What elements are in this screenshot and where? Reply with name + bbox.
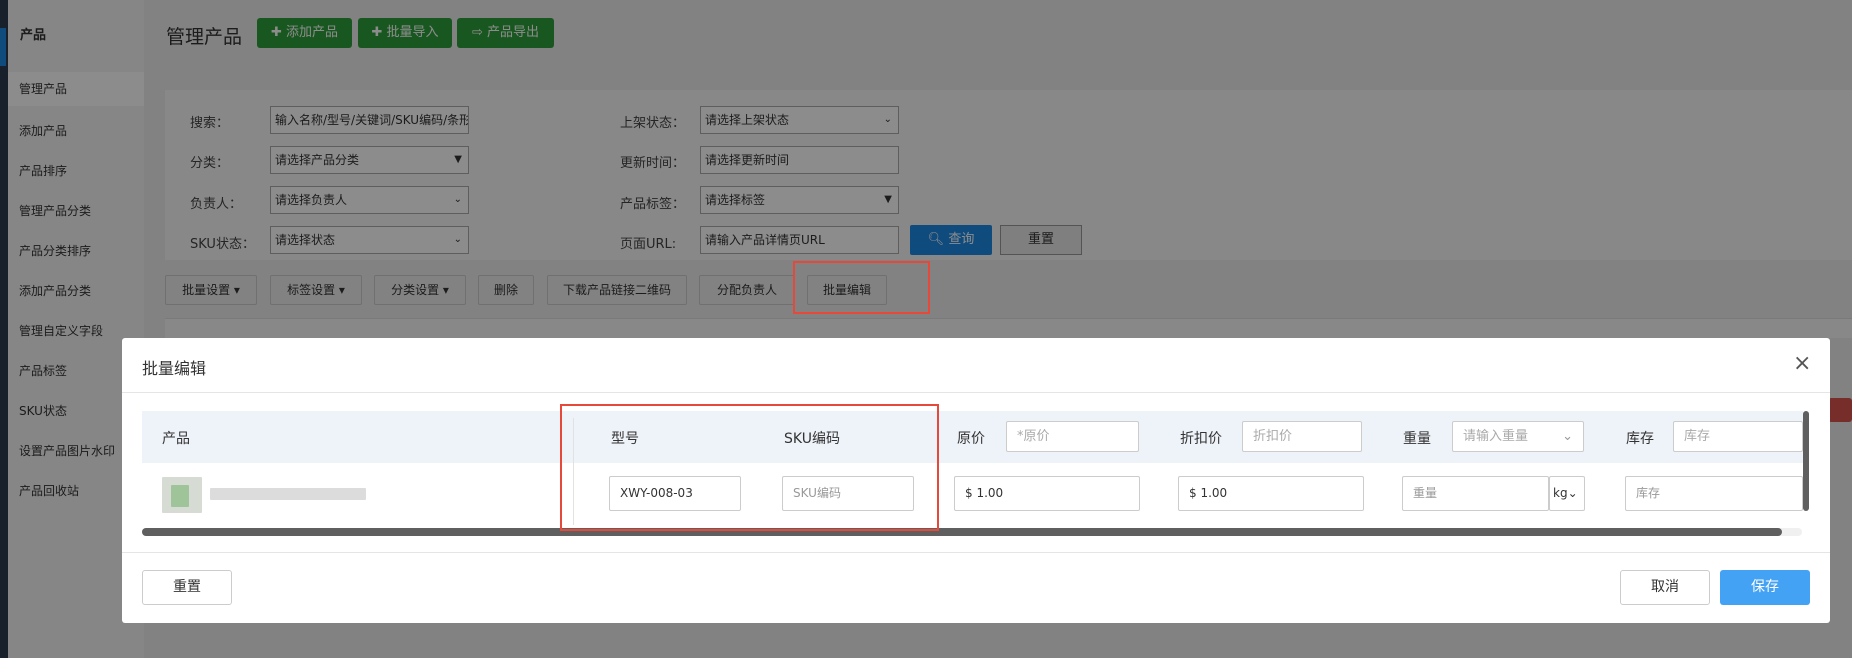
- owner-label: 负责人：: [190, 197, 243, 212]
- cancel-button[interactable]: 取消: [1620, 570, 1710, 605]
- url-label: 页面URL:: [620, 237, 677, 252]
- weight-input[interactable]: 重量: [1402, 476, 1549, 511]
- sku-status-select[interactable]: 请选择状态 ⌄: [270, 226, 469, 254]
- sidebar-item-add-product[interactable]: 添加产品: [19, 122, 67, 139]
- download-qr-button[interactable]: 下载产品链接二维码: [547, 275, 687, 305]
- caret-down-icon: ▼: [454, 154, 462, 165]
- close-icon[interactable]: ×: [1793, 352, 1811, 376]
- column-weight: 重量: [1403, 431, 1431, 447]
- table-header-strip: [165, 318, 1852, 338]
- sidebar-title: 产品: [20, 28, 47, 43]
- sidebar-item-custom-fields[interactable]: 管理自定义字段: [19, 322, 103, 339]
- shelf-status-label: 上架状态：: [620, 116, 686, 131]
- modal-title: 批量编辑: [142, 359, 207, 378]
- sidebar-item-add-category[interactable]: 添加产品分类: [19, 282, 91, 299]
- export-icon: ⇨: [471, 25, 487, 40]
- currency-symbol: $: [965, 486, 973, 500]
- batch-price-input[interactable]: *原价: [1006, 421, 1139, 452]
- caret-down-icon: ▾: [442, 283, 449, 297]
- assign-owner-button[interactable]: 分配负责人: [699, 275, 795, 305]
- batch-stock-input[interactable]: 库存: [1673, 421, 1803, 452]
- modal-reset-button[interactable]: 重置: [142, 570, 232, 605]
- url-input[interactable]: 请输入产品详情页URL: [700, 226, 899, 254]
- caret-down-icon: ▾: [338, 283, 345, 297]
- batch-settings-dropdown[interactable]: 批量设置 ▾: [165, 275, 257, 305]
- shelf-status-select[interactable]: 请选择上架状态 ⌄: [700, 106, 899, 134]
- column-discount: 折扣价: [1180, 431, 1222, 447]
- nav-active-indicator: [0, 28, 6, 66]
- chevron-down-icon: ⌄: [453, 234, 462, 245]
- chevron-down-icon: ⌄: [453, 194, 462, 205]
- delete-button[interactable]: 删除: [478, 275, 534, 305]
- tag-label: 产品标签：: [620, 197, 686, 212]
- search-icon: 🔍︎: [927, 232, 949, 247]
- sidebar-item-category-sort[interactable]: 产品分类排序: [19, 242, 91, 259]
- add-product-button[interactable]: ✚ 添加产品: [257, 18, 352, 48]
- sidebar-item-product-sort[interactable]: 产品排序: [19, 162, 67, 179]
- sidebar-item-manage-products[interactable]: 管理产品: [8, 72, 144, 106]
- discount-input[interactable]: $ 1.00: [1178, 476, 1364, 511]
- batch-discount-input[interactable]: 折扣价: [1242, 421, 1362, 452]
- modal-footer-divider: [122, 552, 1830, 553]
- keyword-input[interactable]: 输入名称/型号/关键词/SKU编码/条形: [270, 106, 469, 134]
- product-thumbnail-mark: [171, 485, 189, 507]
- sidebar-item-manage-categories[interactable]: 管理产品分类: [19, 202, 91, 219]
- batch-import-button[interactable]: ✚ 批量导入: [358, 18, 452, 48]
- chevron-down-icon: ⌄: [883, 114, 892, 125]
- batch-weight-select[interactable]: 请输入重量 ⌄: [1452, 421, 1584, 452]
- plus-icon: ✚: [270, 25, 286, 40]
- chevron-down-icon: ⌄: [1562, 429, 1573, 444]
- page-title: 管理产品: [166, 26, 243, 48]
- modal-divider: [122, 392, 1830, 393]
- query-button[interactable]: 🔍︎ 查询: [910, 225, 992, 255]
- owner-select[interactable]: 请选择负责人 ⌄: [270, 186, 469, 214]
- sidebar-item-product-tags[interactable]: 产品标签: [19, 362, 67, 379]
- plus-icon: ✚: [371, 25, 387, 40]
- updated-time-input[interactable]: 请选择更新时间: [700, 146, 899, 174]
- model-sku-highlight: [560, 404, 939, 531]
- category-label: 分类：: [190, 156, 230, 171]
- caret-down-icon: ▾: [233, 283, 240, 297]
- tag-select[interactable]: 请选择标签 ▼: [700, 186, 899, 214]
- stock-input[interactable]: 库存: [1625, 476, 1803, 511]
- discount-value: 1.00: [1200, 486, 1228, 500]
- vertical-scrollbar-thumb[interactable]: [1803, 411, 1809, 511]
- export-button[interactable]: ⇨ 产品导出: [457, 18, 554, 48]
- search-reset-button[interactable]: 重置: [1000, 225, 1082, 255]
- sidebar-item-sku-status[interactable]: SKU状态: [19, 402, 67, 419]
- price-input[interactable]: $ 1.00: [954, 476, 1140, 511]
- sidebar-item-recycle-bin[interactable]: 产品回收站: [19, 482, 79, 499]
- chevron-down-icon: ⌄: [1567, 486, 1578, 500]
- price-value: 1.00: [976, 486, 1004, 500]
- sku-status-label: SKU状态：: [190, 237, 255, 252]
- category-select[interactable]: 请选择产品分类 ▼: [270, 146, 469, 174]
- trash-icon[interactable]: [1828, 398, 1852, 422]
- column-product: 产品: [162, 431, 190, 447]
- weight-unit-select[interactable]: kg⌄: [1549, 476, 1585, 511]
- product-name-blurred: [210, 488, 366, 500]
- batch-edit-highlight: [793, 261, 930, 314]
- caret-down-icon: ▼: [884, 194, 892, 205]
- keyword-label: 搜索：: [190, 116, 230, 131]
- category-settings-dropdown[interactable]: 分类设置 ▾: [374, 275, 466, 305]
- save-button[interactable]: 保存: [1720, 570, 1810, 605]
- sidebar-item-watermark[interactable]: 设置产品图片水印: [19, 442, 115, 459]
- tag-settings-dropdown[interactable]: 标签设置 ▾: [270, 275, 362, 305]
- horizontal-scrollbar-thumb[interactable]: [142, 528, 1782, 536]
- updated-time-label: 更新时间：: [620, 156, 686, 171]
- app-nav-edge: [0, 0, 8, 658]
- currency-symbol: $: [1189, 486, 1197, 500]
- column-price: 原价: [957, 431, 985, 447]
- column-stock: 库存: [1626, 431, 1654, 447]
